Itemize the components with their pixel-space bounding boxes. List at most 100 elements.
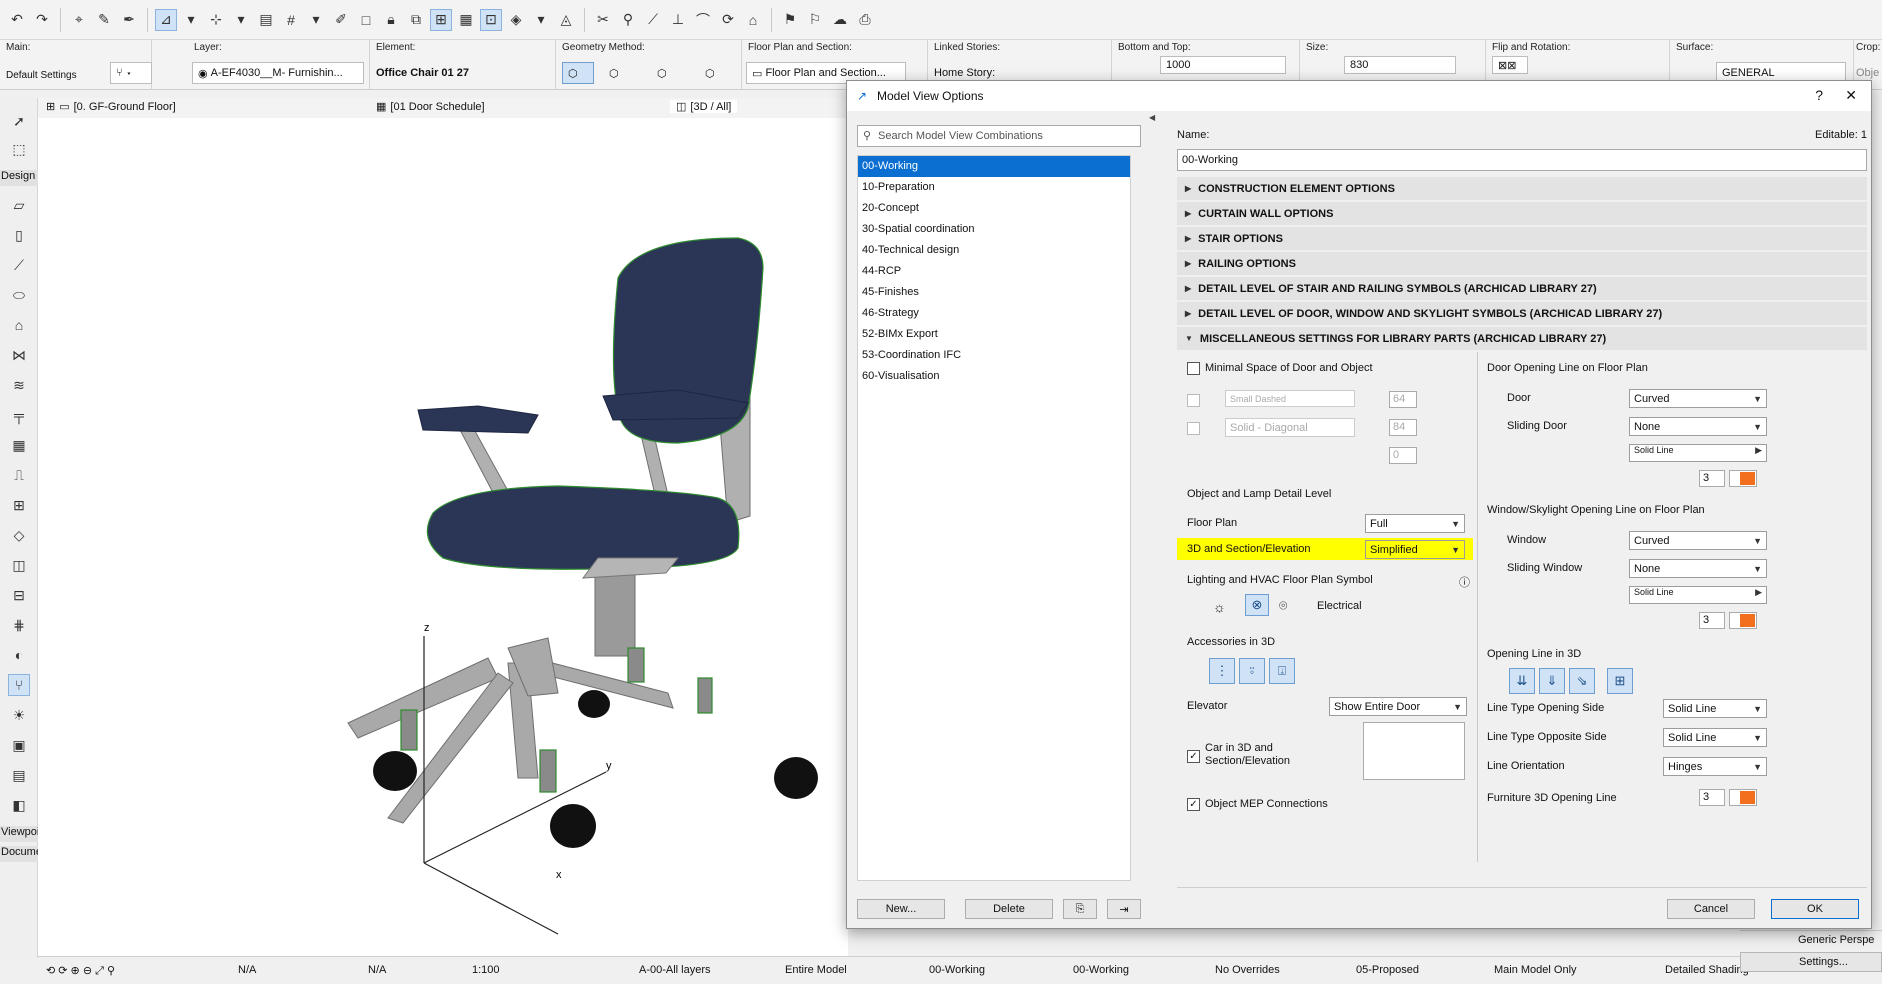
combination-list-item[interactable]: 30-Spatial coordination	[858, 219, 1130, 240]
snap-points-icon[interactable]: ⊹	[205, 9, 227, 31]
eyedropper-icon[interactable]: ✎	[93, 9, 115, 31]
railing-tool-icon[interactable]: ╤	[8, 404, 30, 426]
rotate-icon[interactable]: ⟳	[717, 9, 739, 31]
accessory-button[interactable]: ⍗	[1269, 658, 1295, 684]
fill-checkbox[interactable]	[1187, 422, 1200, 435]
combination-list-item[interactable]: 00-Working	[858, 156, 1130, 177]
info-icon[interactable]: ⓘ	[1459, 574, 1470, 590]
opening-3d-button[interactable]: ⇘	[1569, 668, 1595, 694]
issue-icon[interactable]: ⚐	[804, 9, 826, 31]
tab-ground-floor[interactable]: ⊞ ▭ [0. GF-Ground Floor]	[46, 100, 176, 114]
document-category[interactable]: Docume	[0, 846, 42, 862]
dimension-standard[interactable]: Entire Model	[785, 964, 847, 976]
scissors-icon[interactable]: ✂	[592, 9, 614, 31]
layer-dropdown[interactable]: ◉ A-EF4030__M- Furnishin...	[192, 62, 364, 84]
section-header[interactable]: ▶ CURTAIN WALL OPTIONS	[1177, 202, 1867, 227]
geometry-method-button[interactable]: ⬡	[652, 62, 684, 84]
elevator-dropdown[interactable]: Show Entire Door ▼	[1329, 697, 1467, 716]
combination-list-item[interactable]: 53-Coordination IFC	[858, 345, 1130, 366]
lamp-symbol-icon[interactable]: ☼	[1213, 599, 1226, 615]
opening-3d-button[interactable]: ⊞	[1607, 668, 1633, 694]
tab-door-schedule[interactable]: ▦ [01 Door Schedule]	[376, 100, 485, 114]
small-dashed-line[interactable]: Small Dashed	[1225, 390, 1355, 407]
snap-guides-icon[interactable]: ⊿	[155, 8, 177, 31]
floor-plan-dropdown[interactable]: Full ▼	[1365, 514, 1465, 533]
combination-list-item[interactable]: 44-RCP	[858, 261, 1130, 282]
syringe-icon[interactable]: ✒	[118, 9, 140, 31]
slab-tool-icon[interactable]: ⬭	[8, 284, 30, 306]
model-view-option-2[interactable]: 00-Working	[1073, 964, 1129, 976]
mesh-tool-icon[interactable]: ⋕	[8, 614, 30, 636]
zoom-tools-icon[interactable]: ⟲ ⟳ ⊕ ⊖ ⤢ ⚲	[46, 964, 115, 978]
combination-list-item[interactable]: 60-Visualisation	[858, 366, 1130, 387]
element-value[interactable]: Office Chair 01 27	[376, 67, 469, 79]
redo-icon[interactable]: ↷	[31, 9, 53, 31]
bottom-top-input[interactable]: 1000	[1160, 56, 1286, 74]
section-header[interactable]: ▶ RAILING OPTIONS	[1177, 252, 1867, 277]
close-button[interactable]: ✕	[1845, 87, 1857, 104]
view-3d-icon[interactable]: ◈	[505, 9, 527, 31]
combination-list-item[interactable]: 52-BIMx Export	[858, 324, 1130, 345]
viewpoint-category[interactable]: Viewpoi	[0, 826, 39, 842]
combination-list-item[interactable]: 10-Preparation	[858, 177, 1130, 198]
dropdown-arrow-icon[interactable]: ▾	[305, 9, 327, 31]
opening-3d-button[interactable]: ⇊	[1509, 668, 1535, 694]
solid-diagonal-fill[interactable]: Solid - Diagonal	[1225, 418, 1355, 437]
publish-icon[interactable]: ⎙	[854, 9, 876, 31]
renovation-filter[interactable]: 05-Proposed	[1356, 964, 1419, 976]
arrow-tool-icon[interactable]: ➚	[8, 110, 30, 132]
fillet-icon[interactable]: ⌒	[692, 9, 714, 31]
door-line-type[interactable]: Solid Line ▶	[1629, 444, 1767, 462]
accessory-button[interactable]: ⋮	[1209, 658, 1235, 684]
design-category[interactable]: Design	[0, 170, 38, 186]
section-header[interactable]: ▼ MISCELLANEOUS SETTINGS FOR LIBRARY PART…	[1177, 327, 1867, 352]
cloud-icon[interactable]: ☁	[829, 9, 851, 31]
minimal-space-checkbox[interactable]	[1187, 362, 1200, 375]
navigator-icon[interactable]: ◬	[555, 9, 577, 31]
layer-combination[interactable]: A-00-All layers	[639, 964, 711, 976]
object-tool-icon[interactable]: ⑂	[8, 674, 30, 696]
graphic-overrides[interactable]: No Overrides	[1215, 964, 1280, 976]
window-tool-icon[interactable]: ⊞	[8, 494, 30, 516]
sliding-door-dropdown[interactable]: None ▼	[1629, 417, 1767, 436]
grid-icon[interactable]: #	[280, 9, 302, 31]
car-checkbox[interactable]: ✓	[1187, 750, 1200, 763]
dropdown-arrow-icon[interactable]: ▾	[530, 9, 552, 31]
selection-icon[interactable]: ⊡	[480, 8, 502, 31]
3d-viewport[interactable]: z y x	[38, 118, 848, 956]
furniture-pen-color[interactable]	[1729, 789, 1757, 806]
window-pen-input[interactable]: 3	[1699, 612, 1725, 629]
favorites-button[interactable]: ⑂ ▾	[110, 62, 152, 84]
roof-tool-icon[interactable]: ⌂	[8, 314, 30, 336]
door-pen-input[interactable]: 3	[1699, 470, 1725, 487]
skylight-tool-icon[interactable]: ◇	[8, 524, 30, 546]
dropdown-arrow-icon[interactable]: ▾	[180, 9, 202, 31]
wall-tool-icon[interactable]: ▱	[8, 194, 30, 216]
settings-button[interactable]: Settings...	[1740, 952, 1882, 972]
splitter-handle[interactable]: ◀	[1149, 113, 1157, 923]
pencil-icon[interactable]: ✐	[330, 9, 352, 31]
combination-list-item[interactable]: 20-Concept	[858, 198, 1130, 219]
dropdown-arrow-icon[interactable]: ▾	[230, 9, 252, 31]
door-dropdown[interactable]: Curved ▼	[1629, 389, 1767, 408]
export-button[interactable]: ⇥	[1107, 899, 1141, 919]
furniture-pen-input[interactable]: 3	[1699, 789, 1725, 806]
section-header[interactable]: ▶ CONSTRUCTION ELEMENT OPTIONS	[1177, 177, 1867, 202]
mep-checkbox[interactable]: ✓	[1187, 798, 1200, 811]
size-input[interactable]: 830	[1344, 56, 1456, 74]
partial-structure[interactable]: Main Model Only	[1494, 964, 1577, 976]
offset-icon[interactable]: ⊥	[667, 9, 689, 31]
group-icon[interactable]: ⧉	[405, 9, 427, 31]
zone-tool-icon[interactable]: ⊟	[8, 584, 30, 606]
equipment-tool-icon[interactable]: ▣	[8, 734, 30, 756]
accessory-button[interactable]: ⍤	[1239, 658, 1265, 684]
hvac-symbol-button[interactable]: ⊗	[1245, 594, 1269, 616]
pen-0-input[interactable]: 0	[1389, 447, 1417, 464]
table-icon[interactable]: ▦	[455, 9, 477, 31]
panel-tool-icon[interactable]: ◧	[8, 794, 30, 816]
window-pen-color[interactable]	[1729, 612, 1757, 629]
pen-64-input[interactable]: 64	[1389, 391, 1417, 408]
window-dropdown[interactable]: Curved ▼	[1629, 531, 1767, 550]
square-icon[interactable]: □	[355, 9, 377, 31]
flag-icon[interactable]: ⚑	[779, 9, 801, 31]
